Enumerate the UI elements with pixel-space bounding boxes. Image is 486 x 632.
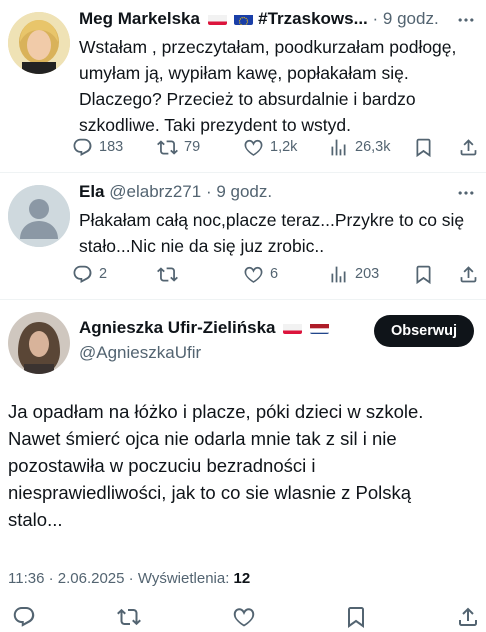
like-button[interactable]: [232, 604, 256, 630]
tweet-text: Wstałam , przeczytałam, poodkurzałam pod…: [79, 34, 479, 138]
repost-icon: [157, 137, 178, 158]
bookmark-icon: [344, 605, 368, 629]
like-button[interactable]: 1,2k: [243, 134, 297, 160]
text-line: umyłam ją, wypiłam kawę, popłakałam się.: [79, 63, 409, 83]
views-icon: [328, 137, 349, 158]
reply-count: 2: [99, 266, 108, 282]
action-bar: 2 6 203: [72, 261, 486, 287]
like-count: 1,2k: [270, 139, 298, 155]
action-bar: 183 79 1,2k 26,3k: [72, 134, 486, 160]
follow-button[interactable]: Obserwuj: [374, 315, 474, 347]
post-time[interactable]: · 9 godz.: [373, 9, 439, 28]
tweet-header: Meg Markelska #Trzaskows... · 9 godz.: [79, 8, 439, 30]
text-line: Nawet śmierć ojca nie odarla mnie tak z …: [8, 428, 397, 449]
author-handle[interactable]: @elabrz271: [109, 182, 201, 201]
eu-flag-icon: [234, 12, 254, 25]
repost-count: 79: [184, 139, 201, 155]
text-line: Dlaczego? Przecież to absurdalnie i bard…: [79, 89, 416, 109]
avatar[interactable]: [8, 12, 70, 74]
reply-icon: [72, 264, 93, 285]
pl-flag-icon: [207, 12, 227, 25]
share-button[interactable]: [456, 604, 480, 630]
author-name[interactable]: Agnieszka Ufir-Zielińska: [79, 318, 276, 337]
reply-tweet-1[interactable]: Meg Markelska #Trzaskows... · 9 godz. Ws…: [0, 0, 486, 172]
author-handle[interactable]: @AgnieszkaUfir: [79, 342, 201, 364]
views-button[interactable]: 203: [328, 261, 379, 287]
repost-button[interactable]: 79: [157, 134, 200, 160]
tweet-text: Ja opadłam na łóżko i placze, póki dziec…: [8, 398, 484, 533]
reply-button[interactable]: 183: [72, 134, 123, 160]
author-hashtag: #Trzaskows...: [258, 9, 368, 28]
bookmark-button[interactable]: [344, 604, 368, 630]
repost-icon: [157, 264, 178, 285]
reply-tweet-2[interactable]: Ela @elabrz271 · 9 godz. Płakałam całą n…: [0, 173, 486, 299]
repost-icon: [117, 605, 141, 629]
like-button[interactable]: 6: [243, 261, 278, 287]
avatar[interactable]: [8, 312, 70, 374]
view-count: 26,3k: [355, 139, 391, 155]
repost-button[interactable]: [117, 604, 141, 630]
avatar[interactable]: [8, 185, 70, 247]
like-count: 6: [270, 266, 279, 282]
reply-icon: [72, 137, 93, 158]
bookmark-icon: [413, 264, 434, 285]
share-button[interactable]: [458, 134, 479, 160]
reply-icon: [12, 605, 36, 629]
text-line: Płakałam całą noc,placze teraz...Przykre…: [79, 210, 465, 230]
view-count: 12: [233, 570, 251, 587]
pl-flag-icon: [283, 321, 303, 334]
nl-flag-icon: [309, 321, 329, 334]
like-icon: [243, 264, 264, 285]
views-button[interactable]: 26,3k: [328, 134, 390, 160]
tweet-header: Ela @elabrz271 · 9 godz.: [79, 181, 272, 203]
tweet-header: Agnieszka Ufir-Zielińska: [79, 317, 329, 339]
timestamp[interactable]: 11:36 · 2.06.2025 · Wyświetlenia:: [8, 570, 229, 587]
bookmark-button[interactable]: [413, 261, 434, 287]
text-line: pozostawiła w poczuciu bezradności i: [8, 455, 316, 476]
tweet-metadata: 11:36 · 2.06.2025 · Wyświetlenia: 12: [8, 570, 250, 587]
share-icon: [458, 137, 479, 158]
share-icon: [458, 264, 479, 285]
tweet-text: Płakałam całą noc,placze teraz...Przykre…: [79, 207, 479, 259]
author-name[interactable]: Meg Markelska: [79, 9, 200, 28]
views-icon: [328, 264, 349, 285]
more-icon[interactable]: [456, 10, 476, 30]
share-icon: [456, 605, 480, 629]
like-icon: [232, 605, 256, 629]
action-bar: [12, 604, 486, 630]
post-time[interactable]: · 9 godz.: [206, 182, 272, 201]
more-icon[interactable]: [456, 183, 476, 203]
reply-button[interactable]: 2: [72, 261, 107, 287]
text-line: Ja opadłam na łóżko i placze, póki dziec…: [8, 401, 424, 422]
text-line: Wstałam , przeczytałam, poodkurzałam pod…: [79, 37, 457, 57]
reply-button[interactable]: [12, 604, 36, 630]
author-name[interactable]: Ela: [79, 182, 105, 201]
bookmark-icon: [413, 137, 434, 158]
like-icon: [243, 137, 264, 158]
view-count: 203: [355, 266, 380, 282]
text-line: stalo...: [8, 509, 63, 530]
text-line: stało...Nic nie da się juz zrobic..: [79, 236, 325, 256]
share-button[interactable]: [458, 261, 479, 287]
reply-count: 183: [99, 139, 124, 155]
bookmark-button[interactable]: [413, 134, 434, 160]
repost-button[interactable]: [157, 261, 184, 287]
text-line: niesprawiedliwości, jak to co sie wlasni…: [8, 482, 412, 503]
